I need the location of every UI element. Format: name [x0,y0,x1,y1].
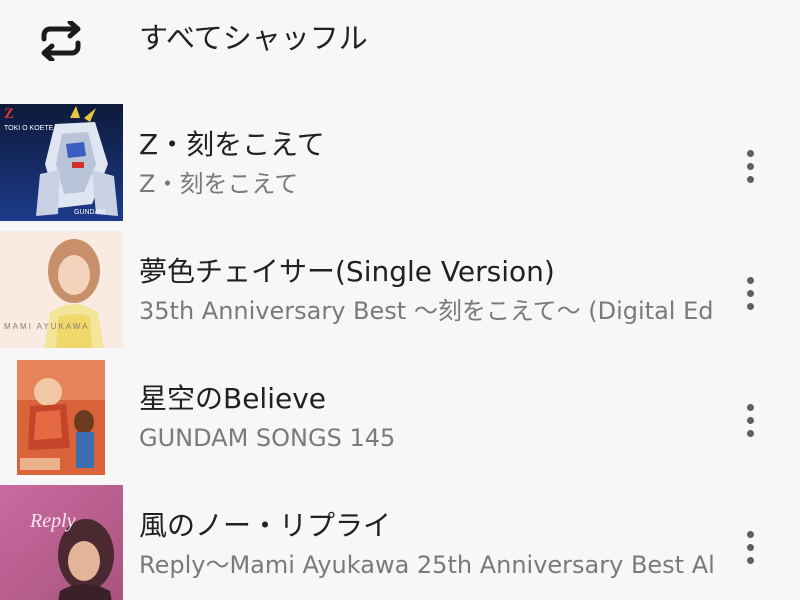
track-title: 風のノー・リプライ [139,509,392,542]
track-subtitle: GUNDAM SONGS 145 [139,424,396,452]
more-options-button[interactable] [730,271,770,315]
song-list-screen: すべてシャッフル Z TOKI O KOETE GUNDAM Z・刻をこえて Z… [0,0,800,600]
track-row[interactable]: Z TOKI O KOETE GUNDAM Z・刻をこえて Z・刻をこえて [0,98,800,225]
more-vert-icon-dot [746,276,754,284]
album-art-caption: TOKI O KOETE [4,125,54,132]
album-art-gundam-songs [0,358,123,475]
more-vert-icon-dot [746,556,754,564]
album-art-mami-ayukawa-35th: MAMI AYUKAWA [0,231,123,348]
track-title: 夢色チェイサー(Single Version) [139,255,555,288]
more-options-button[interactable] [730,144,770,188]
more-vert-icon-dot [746,543,754,551]
more-vert-icon-dot [746,175,754,183]
more-vert-icon-dot [746,149,754,157]
track-subtitle: 35th Anniversary Best 〜刻をこえて〜 (Digital E… [139,297,714,325]
more-vert-icon-dot [746,162,754,170]
more-vert-icon-dot [746,530,754,538]
track-title: 星空のBelieve [139,382,327,415]
more-vert-icon-dot [746,416,754,424]
shuffle-all-button[interactable]: すべてシャッフル [0,0,800,78]
more-options-button[interactable] [730,398,770,442]
track-subtitle: Reply〜Mami Ayukawa 25th Anniversary Best… [139,551,715,579]
more-vert-icon-dot [746,302,754,310]
track-row[interactable]: Reply 風のノー・リプライ Reply〜Mami Ayukawa 25th … [0,479,800,600]
album-art-caption: MAMI AYUKAWA [4,322,90,331]
track-list: Z TOKI O KOETE GUNDAM Z・刻をこえて Z・刻をこえて MA… [0,98,800,600]
album-art-caption: GUNDAM [74,209,105,216]
shuffle-repeat-icon [36,19,86,63]
shuffle-all-label: すべてシャッフル [139,21,368,55]
more-vert-icon-dot [746,403,754,411]
album-art-gundam-z: Z TOKI O KOETE GUNDAM [0,104,123,221]
more-options-button[interactable] [730,525,770,569]
track-subtitle: Z・刻をこえて [139,170,299,198]
more-vert-icon-dot [746,289,754,297]
album-art-letter: Z [4,106,14,122]
track-row[interactable]: 星空のBelieve GUNDAM SONGS 145 [0,352,800,479]
more-vert-icon-dot [746,429,754,437]
album-art-reply: Reply [0,485,123,600]
album-art-letter: Reply [29,510,76,532]
track-row[interactable]: MAMI AYUKAWA 夢色チェイサー(Single Version) 35t… [0,225,800,352]
track-title: Z・刻をこえて [139,128,325,161]
